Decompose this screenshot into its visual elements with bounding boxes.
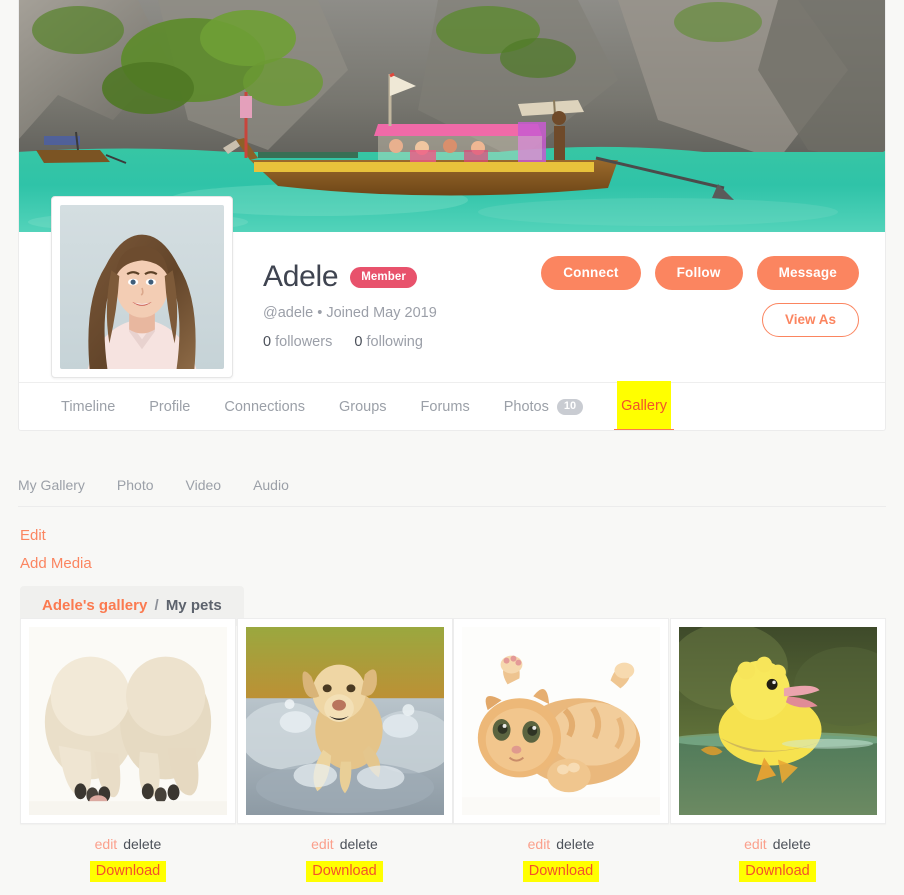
tab-groups-label: Groups — [338, 398, 387, 415]
media-thumbnail[interactable] — [453, 618, 669, 824]
tab-photos[interactable]: Photos 10 — [487, 383, 600, 431]
download-button[interactable]: Download — [306, 861, 383, 882]
breadcrumb-root[interactable]: Adele's gallery — [42, 597, 147, 614]
media-actions: edit delete — [20, 836, 236, 852]
tab-connections[interactable]: Connections — [207, 383, 322, 431]
tab-photos-label: Photos — [503, 398, 549, 415]
tab-groups[interactable]: Groups — [322, 383, 404, 431]
connect-button[interactable]: Connect — [541, 256, 641, 290]
subnav-item-audio[interactable]: Audio — [253, 477, 289, 493]
download-button[interactable]: Download — [89, 861, 167, 882]
gallery-controls: Edit Add Media Adele's gallery / My pets — [20, 527, 888, 626]
edit-media-link[interactable]: edit — [95, 836, 118, 852]
profile-header-card: Adele Member @adele • Joined May 2019 0 … — [18, 0, 886, 431]
avatar[interactable] — [51, 196, 233, 378]
subnav-item-photo[interactable]: Photo — [117, 477, 154, 493]
breadcrumb-separator: / — [154, 597, 159, 614]
tab-profile[interactable]: Profile — [132, 383, 207, 431]
tab-gallery[interactable]: Gallery — [600, 381, 688, 430]
followers-label: followers — [275, 334, 333, 350]
identity-strip: Adele Member @adele • Joined May 2019 0 … — [19, 196, 885, 382]
delete-media-link[interactable]: delete — [340, 836, 378, 852]
edit-media-link[interactable]: edit — [311, 836, 334, 852]
edit-media-link[interactable]: edit — [528, 836, 551, 852]
puppy-paws-image — [29, 627, 227, 815]
download-wrap: Download — [453, 861, 669, 882]
profile-name: Adele — [263, 260, 339, 293]
tab-timeline-label: Timeline — [61, 398, 116, 415]
media-item: edit delete Download — [453, 618, 669, 882]
duckling-swimming-image — [678, 627, 877, 815]
edit-link[interactable]: Edit — [20, 527, 46, 544]
subnav-item-my-gallery[interactable]: My Gallery — [18, 477, 85, 493]
tab-timeline[interactable]: Timeline — [45, 383, 132, 431]
delete-media-link[interactable]: delete — [123, 836, 161, 852]
gallery-subnav: My Gallery Photo Video Audio — [18, 463, 886, 507]
breadcrumb-current: My pets — [165, 597, 222, 614]
media-item: edit delete Download — [236, 618, 453, 882]
media-grid: edit delete Download edit delete Downloa… — [20, 618, 886, 882]
identity-text: Adele Member @adele • Joined May 2019 0 … — [263, 260, 437, 350]
media-actions: edit delete — [670, 836, 886, 852]
subnav-item-video[interactable]: Video — [186, 477, 222, 493]
profile-tabs: Timeline Profile Connections Groups Foru… — [19, 381, 885, 431]
tab-forums[interactable]: Forums — [404, 383, 487, 431]
download-button[interactable]: Download — [522, 861, 600, 882]
download-wrap: Download — [237, 861, 453, 882]
member-badge: Member — [350, 266, 417, 288]
add-media-link[interactable]: Add Media — [20, 555, 92, 572]
following-count: 0 — [354, 334, 363, 350]
media-actions: edit delete — [237, 836, 453, 852]
following-label: following — [366, 334, 423, 350]
tab-profile-label: Profile — [149, 398, 191, 415]
view-as-button[interactable]: View As — [761, 303, 859, 337]
tab-connections-label: Connections — [224, 398, 305, 415]
primary-action-row: Connect Follow Message — [541, 256, 859, 290]
profile-page: Adele Member @adele • Joined May 2019 0 … — [0, 0, 904, 895]
download-wrap: Download — [20, 861, 236, 882]
name-row: Adele Member — [263, 260, 437, 294]
delete-media-link[interactable]: delete — [556, 836, 594, 852]
delete-media-link[interactable]: delete — [773, 836, 811, 852]
download-button[interactable]: Download — [739, 861, 816, 882]
tab-forums-label: Forums — [420, 398, 470, 415]
followers-count: 0 — [263, 334, 272, 350]
media-thumbnail[interactable] — [20, 618, 236, 824]
media-item: edit delete Download — [20, 618, 236, 882]
dog-running-water-image — [245, 627, 444, 815]
media-item: edit delete Download — [669, 618, 886, 882]
profile-actions: Connect Follow Message View As — [541, 256, 859, 337]
avatar-image — [60, 205, 224, 369]
edit-media-link[interactable]: edit — [744, 836, 767, 852]
tab-photos-count: 10 — [556, 398, 584, 415]
media-thumbnail[interactable] — [669, 618, 886, 824]
follow-button[interactable]: Follow — [654, 256, 743, 290]
media-thumbnail[interactable] — [236, 618, 453, 824]
media-actions: edit delete — [453, 836, 669, 852]
message-button[interactable]: Message — [756, 256, 859, 290]
download-wrap: Download — [670, 861, 886, 882]
tab-gallery-label: Gallery — [617, 381, 672, 430]
profile-counts: 0 followers 0 following — [263, 334, 437, 350]
profile-handle: @adele • Joined May 2019 — [263, 305, 437, 321]
ginger-kitten-image — [462, 627, 660, 815]
